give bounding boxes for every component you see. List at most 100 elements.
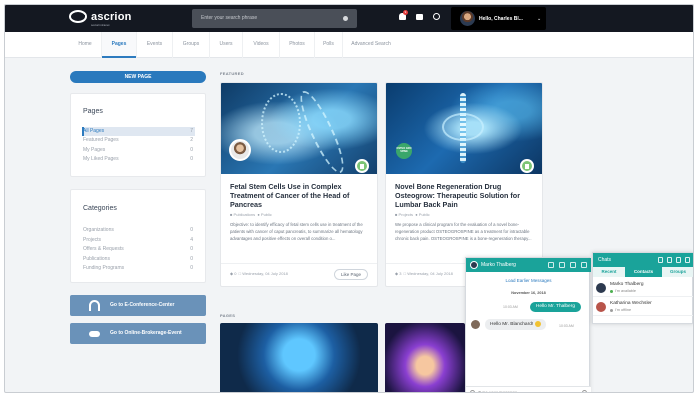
bell-icon[interactable]: 9 [399, 10, 408, 20]
online-brokerage-label: Go to Online-Brokerage-Event [110, 330, 182, 336]
category-item-count: 0 [190, 227, 193, 233]
user-menu[interactable]: Hello, Charles Bl... ⌄ [451, 7, 546, 30]
thumb-icon: ◆ [230, 271, 234, 276]
emoji-icon[interactable] [582, 390, 587, 392]
online-brokerage-button[interactable]: Go to Online-Brokerage-Event [70, 323, 206, 344]
nav-item-advanced-search[interactable]: Advanced Search [343, 32, 399, 58]
bookmark-icon[interactable] [520, 159, 534, 173]
contact-name: Katharina Wechsler [610, 301, 652, 306]
bell-icon[interactable] [667, 257, 672, 263]
load-earlier-link[interactable]: Load Earlier Messages [466, 278, 591, 283]
nav-item-polls[interactable]: Polls [315, 32, 342, 58]
chats-header-icons [658, 257, 690, 263]
status-dot-icon [610, 308, 613, 312]
chat-contact-avatar [470, 261, 478, 269]
page-card-image[interactable] [385, 323, 465, 392]
search-icon[interactable] [343, 16, 348, 21]
tab-recent[interactable]: Recent [593, 267, 625, 277]
logo-mark-icon [69, 10, 87, 23]
card-description: Objective: to identify efficacy of fetal… [230, 222, 363, 241]
page-card-image[interactable] [220, 323, 378, 392]
app-window: ascrion social intranet 9 Hello, Charles… [4, 4, 694, 393]
card-image[interactable] [386, 83, 542, 174]
card-likes: 3 [399, 271, 402, 276]
pages-item-liked[interactable]: My Liked Pages 0 [83, 155, 195, 164]
chat-window: Marko Thalberg Load Earlier Messages Nov… [465, 257, 591, 392]
e-conference-label: Go to E-Conference-Center [110, 302, 175, 308]
card-date: Wednesday, 04 July 2018 [242, 271, 288, 276]
chat-contact-name: Marko Thalberg [481, 262, 516, 268]
pages-item-label: My Pages [83, 147, 106, 153]
tab-groups[interactable]: Groups [662, 267, 693, 277]
card-likes: 0 [234, 271, 237, 276]
contact-item[interactable]: Marko Thalberg I'm available [593, 279, 693, 297]
globe-icon[interactable] [433, 13, 440, 20]
category-item-funding-programs[interactable]: Funding Programs 0 [83, 264, 195, 273]
nav-item-groups[interactable]: Groups [173, 32, 209, 58]
category-item-offers-requests[interactable]: Offers & Requests 0 [83, 245, 195, 254]
contact-status: I'm available [610, 289, 636, 293]
logo[interactable]: ascrion social intranet [69, 10, 132, 27]
main-nav: Home Pages Events Groups Users Videos Ph… [5, 32, 693, 58]
pages-item-featured[interactable]: Featured Pages 2 [83, 136, 195, 145]
e-conference-button[interactable]: Go to E-Conference-Center [70, 295, 206, 316]
category-item-count: 4 [190, 237, 193, 243]
card-image[interactable] [221, 83, 377, 178]
pages-item-all[interactable]: All Pages 7 [82, 127, 195, 136]
status-dot-icon [610, 289, 613, 293]
headset-icon [89, 300, 100, 311]
nav-item-pages[interactable]: Pages [102, 32, 136, 58]
contact-status: I'm offline [610, 308, 631, 312]
contact-status-text: I'm available [615, 289, 636, 293]
category-item-label: Projects [83, 237, 102, 243]
search-input[interactable] [201, 15, 331, 21]
user-greeting: Hello, Charles Bl... [479, 16, 523, 22]
category-item-projects[interactable]: Projects 4 [83, 236, 195, 245]
tab-contacts[interactable]: Contacts [625, 267, 662, 277]
category-item-label: Organizations [83, 227, 114, 233]
pages-item-my[interactable]: My Pages 0 [83, 146, 195, 155]
handshake-icon [89, 331, 100, 337]
maximize-icon[interactable] [570, 262, 576, 268]
bookmark-icon[interactable] [355, 159, 369, 173]
more-icon[interactable] [658, 257, 663, 263]
top-icons: 9 [399, 10, 440, 20]
card-visibility: Public [418, 212, 430, 217]
outgoing-message: Hello Mr. Thalberg [529, 302, 581, 312]
close-icon[interactable] [581, 262, 587, 268]
thumb-icon: ◆ [395, 271, 399, 276]
nav-item-events[interactable]: Events [137, 32, 172, 58]
folder-icon: ■ [230, 212, 233, 217]
category-item-organizations[interactable]: Organizations 0 [83, 226, 195, 235]
featured-card[interactable]: Fetal Stem Cells Use in Complex Treatmen… [220, 82, 378, 287]
pages-item-count: 2 [190, 137, 193, 143]
card-title[interactable]: Novel Bone Regeneration Drug Osteogrow: … [395, 182, 537, 209]
pages-item-count: 0 [190, 156, 193, 162]
nav-item-photos[interactable]: Photos [280, 32, 314, 58]
nav-item-videos[interactable]: Videos [243, 32, 279, 58]
category-item-count: 0 [190, 246, 193, 252]
category-item-count: 0 [190, 256, 193, 262]
new-page-button[interactable]: NEW PAGE [70, 71, 206, 83]
dna-helix-graphic [293, 86, 351, 178]
nav-item-home[interactable]: Home [69, 32, 101, 58]
card-description: We propose a clinical program for the ev… [395, 222, 532, 241]
pages-item-count: 7 [190, 128, 193, 134]
chat-message-input[interactable] [478, 390, 578, 392]
attach-icon[interactable] [470, 390, 475, 392]
minimize-icon[interactable] [559, 262, 565, 268]
author-avatar[interactable] [229, 139, 251, 161]
video-call-icon[interactable] [548, 262, 554, 268]
like-page-button[interactable]: Like Page [334, 269, 368, 280]
contact-item[interactable]: Katharina Wechsler I'm offline [593, 298, 693, 316]
contact-status-text: I'm offline [615, 308, 632, 312]
close-icon[interactable] [685, 257, 690, 263]
card-title[interactable]: Fetal Stem Cells Use in Complex Treatmen… [230, 182, 372, 209]
minimize-icon[interactable] [676, 257, 681, 263]
globe-small-icon: ● [415, 212, 418, 217]
mail-icon[interactable] [416, 14, 423, 20]
osteogro-badge: OSTEO GRO SPINE [396, 143, 412, 159]
category-item-publications[interactable]: Publications 0 [83, 255, 195, 264]
nav-item-users[interactable]: Users [210, 32, 242, 58]
card-footer-info: ◆ 3 □ Wednesday, 04 July 2018 [395, 271, 453, 276]
